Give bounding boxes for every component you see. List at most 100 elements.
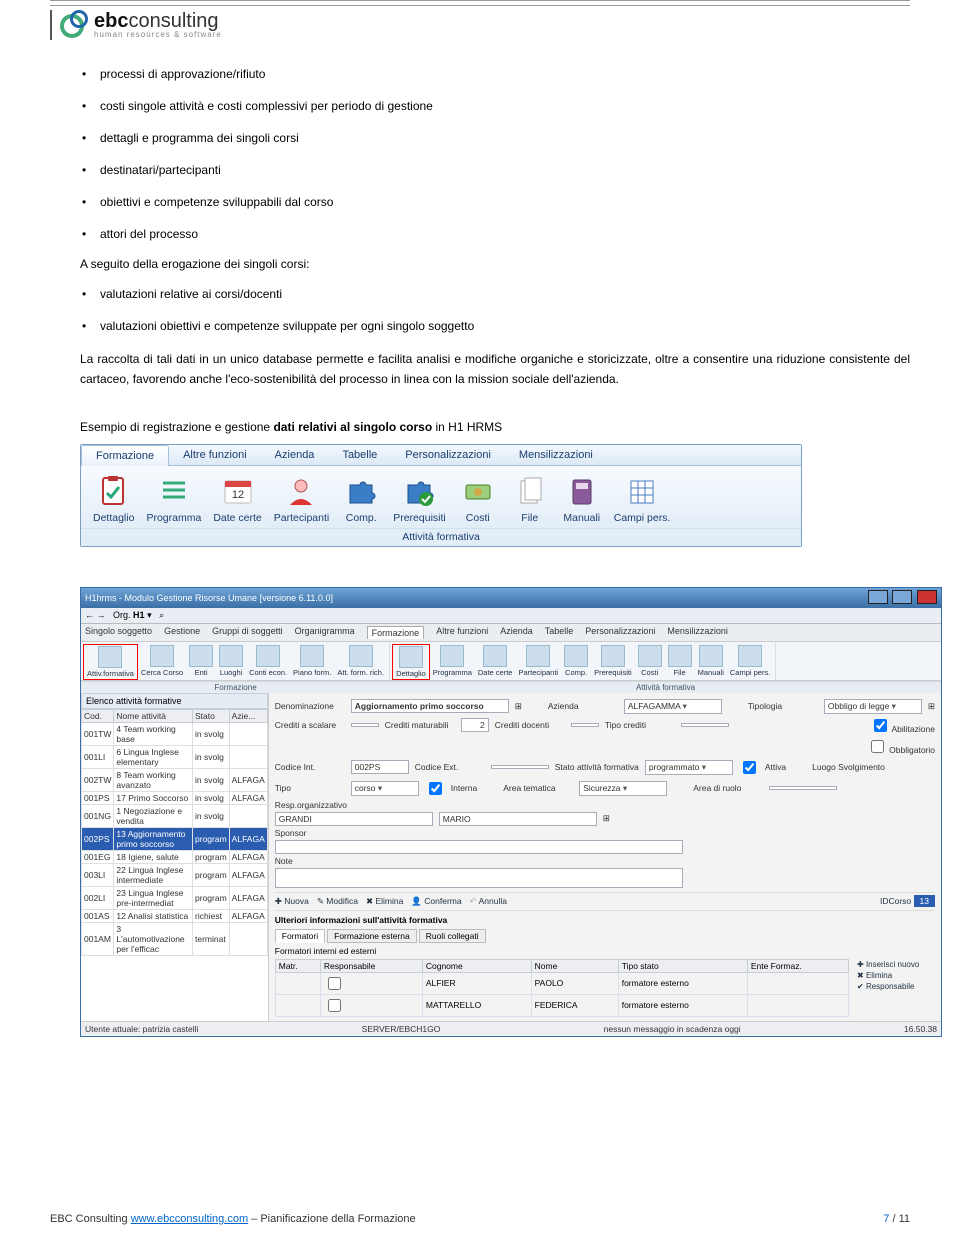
ribbon-manuali[interactable]: Manuali (556, 470, 608, 526)
ribbon2-comp-[interactable]: Comp. (561, 644, 591, 680)
ribbon2-costi[interactable]: Costi (635, 644, 665, 680)
table-row[interactable]: 001NG1 Negoziazione e venditain svolg (82, 804, 268, 827)
table-row[interactable]: 001PS17 Primo Soccorsoin svolgALFAGA (82, 791, 268, 804)
footer-link[interactable]: www.ebcconsulting.com (131, 1213, 248, 1225)
clipboard-check-icon (94, 474, 134, 510)
ribbon2-prerequisiti[interactable]: Prerequisiti (591, 644, 635, 680)
tipologia-field[interactable]: Obbligo di legge (824, 699, 922, 714)
menu-formazione[interactable]: Formazione (367, 626, 425, 639)
inserisci-nuovo-button[interactable]: ✚ Inserisci nuovo (855, 959, 935, 970)
table-row[interactable]: 001TW4 Team working basein svolg (82, 722, 268, 745)
table-row[interactable]: 002LI23 Lingua Inglese pre-intermediatpr… (82, 886, 268, 909)
crediti-docenti-field[interactable] (571, 723, 599, 727)
ribbon-comp[interactable]: Comp. (335, 470, 387, 526)
quick-toolbar: ← → Org. H1 ▾ ⌕ (81, 608, 941, 624)
resp-nome-field[interactable]: MARIO (439, 812, 597, 826)
ribbon2-att-form-rich-[interactable]: Att. form. rich. (334, 644, 387, 680)
tipo-field[interactable]: corso (351, 781, 419, 796)
stato-field[interactable]: programmato (645, 760, 733, 775)
obbligatorio-checkbox[interactable] (871, 740, 884, 753)
lookup-icon[interactable]: ⊞ (515, 701, 522, 712)
table-row[interactable]: 001AS12 Analisi statisticarichiestALFAGA (82, 909, 268, 922)
crediti-scalare-field[interactable] (351, 723, 379, 727)
ribbon-dettaglio[interactable]: Dettaglio (87, 470, 140, 526)
menu-gruppi[interactable]: Gruppi di soggetti (212, 626, 283, 639)
table-row[interactable]: 002PS13 Aggiornamento primo soccorsoprog… (82, 827, 268, 850)
lookup-icon[interactable]: ⊞ (603, 813, 610, 824)
table-row[interactable]: ALFIERPAOLOformatore esterno (275, 972, 848, 994)
modifica-button[interactable]: ✎ Modifica (317, 896, 358, 907)
ribbon2-conti-econ-[interactable]: Conti econ. (246, 644, 290, 680)
azienda-field[interactable]: ALFAGAMMA (624, 699, 722, 714)
menu-mensilizzazioni[interactable]: Mensilizzazioni (667, 626, 728, 639)
subtab-formazione-esterna[interactable]: Formazione esterna (327, 929, 417, 943)
ribbon2-piano-form-[interactable]: Piano form. (290, 644, 334, 680)
ribbon2-luoghi[interactable]: Luoghi (216, 644, 246, 680)
tipo-crediti-field[interactable] (681, 723, 729, 727)
resp-cognome-field[interactable]: GRANDI (275, 812, 433, 826)
codice-int-field[interactable]: 002PS (351, 760, 409, 774)
denominazione-field[interactable]: Aggiornamento primo soccorso (351, 699, 509, 713)
tab-formazione[interactable]: Formazione (81, 445, 169, 466)
menu-organigramma[interactable]: Organigramma (295, 626, 355, 639)
menu-singolo-soggetto[interactable]: Singolo soggetto (85, 626, 152, 639)
lookup-icon[interactable]: ⊞ (928, 701, 935, 712)
tab-azienda[interactable]: Azienda (261, 445, 329, 465)
nuova-button[interactable]: ✚ Nuova (275, 896, 309, 907)
area-ruolo-field[interactable] (769, 786, 837, 790)
ribbon2-programma[interactable]: Programma (430, 644, 475, 680)
crediti-maturabili-field[interactable]: 2 (461, 718, 489, 732)
ribbon-programma[interactable]: Programma (140, 470, 207, 526)
ribbon2-cerca-corso[interactable]: Cerca Corso (138, 644, 186, 680)
ribbon-partecipanti[interactable]: Partecipanti (268, 470, 335, 526)
abilitazione-checkbox[interactable] (874, 719, 887, 732)
menu-azienda[interactable]: Azienda (500, 626, 533, 639)
ribbon2-manuali[interactable]: Manuali (695, 644, 727, 680)
table-row[interactable]: 003LI22 Lingua Inglese intermediateprogr… (82, 863, 268, 886)
ribbon2-enti[interactable]: Enti (186, 644, 216, 680)
table-row[interactable]: 001LI6 Lingua Inglese elementaryin svolg (82, 745, 268, 768)
menu-altre-funzioni[interactable]: Altre funzioni (436, 626, 488, 639)
table-row[interactable]: 002TW8 Team working avanzatoin svolgALFA… (82, 768, 268, 791)
subtab-ruoli[interactable]: Ruoli collegati (419, 929, 486, 943)
table-row[interactable]: 001EG18 Igiene, saluteprogramALFAGA (82, 850, 268, 863)
window-maximize-icon[interactable] (892, 590, 912, 604)
tab-mensilizzazioni[interactable]: Mensilizzazioni (505, 445, 607, 465)
responsabile-button[interactable]: ✔ Responsabile (855, 981, 935, 992)
ribbon-costi[interactable]: Costi (452, 470, 504, 526)
window-minimize-icon[interactable] (868, 590, 888, 604)
attiva-checkbox[interactable] (743, 761, 756, 774)
elimina-side-button[interactable]: ✖ Elimina (855, 970, 935, 981)
formatori-grid[interactable]: Matr.ResponsabileCognomeNomeTipo statoEn… (275, 959, 849, 1017)
menu-gestione[interactable]: Gestione (164, 626, 200, 639)
ribbon2-date-certe[interactable]: Date certe (475, 644, 516, 680)
ribbon2-attiv-formativa[interactable]: Attiv.formativa (83, 644, 138, 680)
menu-tabelle[interactable]: Tabelle (545, 626, 574, 639)
ribbon2-campi-pers-[interactable]: Campi pers. (727, 644, 773, 680)
table-row[interactable]: MATTARELLOFEDERICAformatore esterno (275, 994, 848, 1016)
tab-altre-funzioni[interactable]: Altre funzioni (169, 445, 261, 465)
tab-tabelle[interactable]: Tabelle (328, 445, 391, 465)
ribbon2-dettaglio[interactable]: Dettaglio (392, 644, 430, 680)
conferma-button[interactable]: 👤 Conferma (411, 896, 461, 907)
tab-personalizzazioni[interactable]: Personalizzazioni (391, 445, 505, 465)
sponsor-field[interactable] (275, 840, 683, 854)
codice-ext-field[interactable] (491, 765, 549, 769)
ribbon-file[interactable]: File (504, 470, 556, 526)
note-field[interactable] (275, 868, 683, 888)
interna-checkbox[interactable] (429, 782, 442, 795)
ribbon-date-certe[interactable]: 12Date certe (207, 470, 267, 526)
ribbon-prerequisiti[interactable]: Prerequisiti (387, 470, 452, 526)
area-tematica-field[interactable]: Sicurezza (579, 781, 667, 796)
ribbon2-partecipanti[interactable]: Partecipanti (515, 644, 561, 680)
window-close-icon[interactable] (917, 590, 937, 604)
table-row[interactable]: 001AM3 L'automotivazione per l'efficacte… (82, 922, 268, 955)
ribbon2-file[interactable]: File (665, 644, 695, 680)
menu-personalizzazioni[interactable]: Personalizzazioni (585, 626, 655, 639)
subtab-formatori[interactable]: Formatori (275, 929, 325, 943)
annulla-button[interactable]: ↶ Annulla (470, 896, 507, 907)
elimina-button[interactable]: ✖ Elimina (366, 896, 403, 907)
activity-grid[interactable]: Cod.Nome attivitàStatoAzie... 001TW4 Tea… (81, 709, 268, 956)
brand-header: ebcconsulting human resources & software (50, 10, 910, 40)
ribbon-campi-pers[interactable]: Campi pers. (608, 470, 677, 526)
